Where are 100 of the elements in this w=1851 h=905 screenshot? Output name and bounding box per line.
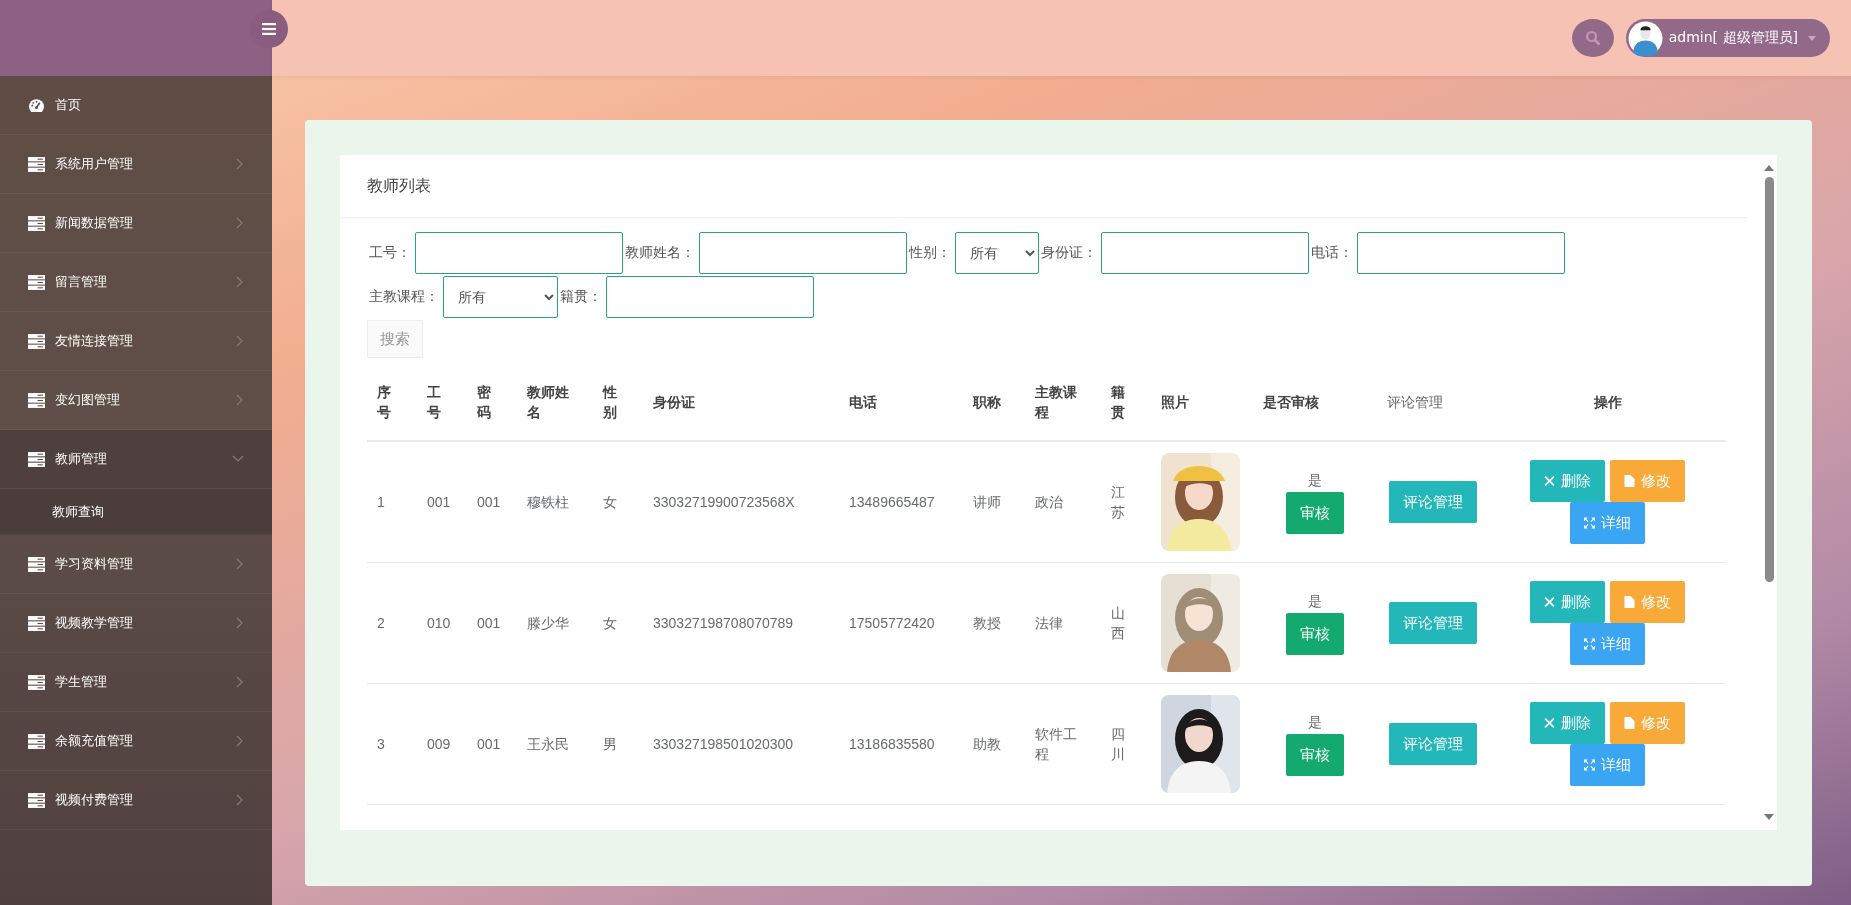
delete-button[interactable]: 删除 [1530,581,1605,623]
server-icon [28,615,45,631]
delete-button[interactable]: 删除 [1530,702,1605,744]
detail-button[interactable]: 详细 [1570,623,1645,665]
filter-label: 工号： [369,244,411,262]
server-icon [28,733,45,749]
table-cell-text: 17505772420 [849,613,935,633]
filter-select[interactable]: 所有 [443,276,558,318]
column-header: 照片 [1161,392,1189,412]
sidebar-item[interactable]: 教师管理 [0,430,272,489]
detail-button[interactable]: 详细 [1570,502,1645,544]
chevron-right-icon [236,217,244,229]
close-icon [1544,717,1555,729]
table-cell-text: 穆铁柱 [527,492,569,512]
column-header: 操作 [1593,392,1622,412]
table-cell-text: 001 [477,492,501,512]
close-icon [1544,596,1555,608]
table-cell-text: 政治 [1035,492,1064,512]
table-cell-text: 讲师 [973,492,1001,512]
column-header: 序号 [377,382,391,422]
search-button[interactable] [1571,19,1614,57]
chevron-right-icon [236,335,244,347]
table-cell-text: 33032719900723568X [653,492,795,512]
column-header: 性别 [603,382,617,422]
close-icon [1544,475,1555,487]
table-cell-text: 山西 [1111,603,1125,643]
table-cell-text: 13186835580 [849,734,935,754]
table-cell-text: 是 [1308,712,1322,732]
scroll-up-icon[interactable] [1764,165,1774,171]
filter-label: 性别： [909,244,951,262]
filter-label: 籍贯： [560,288,602,306]
filter-label: 电话： [1311,244,1353,262]
chevron-right-icon [236,735,244,747]
table-cell-text: 王永民 [527,734,569,754]
table-cell-text: 是 [1308,591,1322,611]
chevron-right-icon [236,158,244,170]
column-header: 主教课程 [1035,382,1077,422]
sidebar-subitem[interactable]: 教师查询 [0,489,272,535]
dashboard-icon [28,97,45,113]
column-header: 电话 [849,392,877,412]
filter-label: 身份证： [1041,244,1097,262]
table-cell-text: 13489665487 [849,492,935,512]
chevron-right-icon [236,394,244,406]
table-cell-text: 滕少华 [527,613,569,633]
table-cell-text: 女 [603,613,617,633]
filter-field[interactable] [1357,232,1565,274]
table-cell-text: 江苏 [1111,482,1125,522]
column-header: 职称 [973,392,1001,412]
audit-button[interactable]: 审核 [1286,492,1344,535]
column-header: 教师姓名 [527,382,569,422]
filter-select[interactable]: 所有 [955,232,1039,274]
search-button[interactable]: 搜索 [367,320,423,358]
table-cell-text: 四川 [1111,724,1125,764]
table-cell-text: 是 [1308,470,1322,490]
audit-button[interactable]: 审核 [1286,734,1344,777]
column-header: 评论管理 [1387,392,1443,412]
comments-button[interactable]: 评论管理 [1389,602,1477,644]
file-icon [1624,596,1635,608]
column-header: 身份证 [653,392,695,412]
chevron-right-icon [236,558,244,570]
detail-button[interactable]: 详细 [1570,744,1645,786]
search-icon [1584,30,1601,46]
chevron-right-icon [236,276,244,288]
server-icon [28,274,45,290]
file-icon [1624,475,1635,487]
table-cell-text: 法律 [1035,613,1064,633]
table-cell-text: 001 [427,492,451,512]
expand-icon [1584,638,1595,650]
table-cell-text: 女 [603,492,617,512]
server-icon [28,674,45,690]
filter-field[interactable] [606,276,814,318]
server-icon [28,215,45,231]
table-cell-text: 软件工程 [1035,724,1077,764]
table-cell-text: 330327198708070789 [653,613,794,633]
menu-icon [262,23,276,35]
table-cell-text: 助教 [973,734,1001,754]
user-menu[interactable]: admin[ 超级管理员] [1625,19,1830,57]
audit-button[interactable]: 审核 [1286,613,1344,656]
delete-button[interactable]: 删除 [1530,460,1605,502]
comments-button[interactable]: 评论管理 [1389,723,1477,765]
filter-field[interactable] [1101,232,1309,274]
expand-icon [1584,517,1595,529]
column-header: 是否审核 [1263,392,1319,412]
column-header: 籍贯 [1111,382,1125,422]
chevron-right-icon [236,794,244,806]
table-cell-text: 001 [477,613,501,633]
chevron-down-icon [232,455,244,463]
server-icon [28,156,45,172]
table-cell-text: 2 [377,613,385,633]
caret-icon [1808,35,1816,41]
scroll-down-icon[interactable] [1764,814,1774,820]
comments-button[interactable]: 评论管理 [1389,481,1477,523]
scrollbar-thumb[interactable] [1764,177,1774,582]
card-title: 教师列表 [340,155,1747,218]
filter-field[interactable] [415,232,623,274]
chevron-right-icon [236,676,244,688]
table-cell-text: 330327198501020300 [653,734,794,754]
expand-icon [1584,759,1595,771]
filter-field[interactable] [699,232,907,274]
table-cell-text: 3 [377,734,385,754]
